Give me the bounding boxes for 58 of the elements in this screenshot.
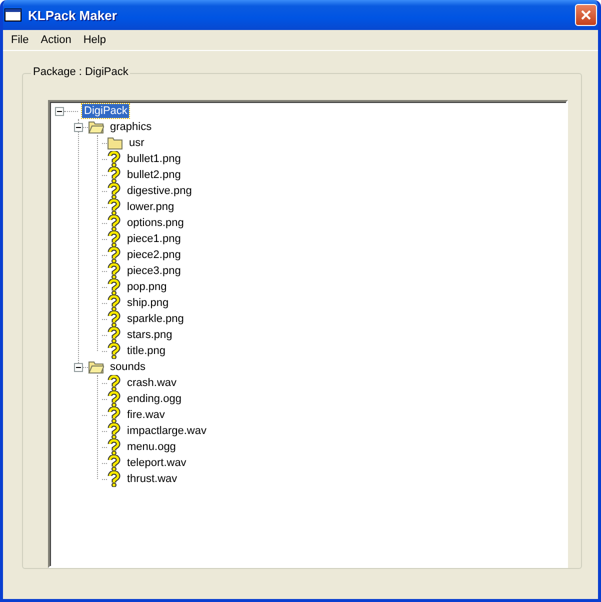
- tree-item[interactable]: DigiPack: [82, 104, 130, 118]
- question-mark-icon: [107, 439, 121, 455]
- window-icon: [4, 8, 22, 22]
- expand-toggle[interactable]: [74, 362, 83, 372]
- group-label: Package : DigiPack: [31, 66, 130, 78]
- question-mark-icon: [107, 423, 121, 439]
- menu-item[interactable]: Help: [77, 34, 112, 46]
- question-mark-icon: [107, 471, 121, 487]
- tree-item[interactable]: usr: [127, 136, 146, 150]
- question-mark-icon: [107, 375, 121, 391]
- question-mark-icon: [107, 215, 121, 231]
- tree-item[interactable]: pop.png: [125, 280, 169, 294]
- menu-item[interactable]: File: [5, 34, 35, 46]
- question-mark-icon: [107, 343, 121, 359]
- tree-item[interactable]: lower.png: [125, 200, 176, 214]
- question-mark-icon: [107, 199, 121, 215]
- tree-item[interactable]: bullet1.png: [125, 152, 183, 166]
- tree-item[interactable]: crash.wav: [125, 376, 179, 390]
- window-title: KLPack Maker: [28, 8, 118, 22]
- tree-item[interactable]: digestive.png: [125, 184, 194, 198]
- question-mark-icon: [107, 311, 121, 327]
- tree-item[interactable]: sounds: [108, 360, 148, 374]
- tree-item[interactable]: graphics: [108, 120, 154, 134]
- tree-item[interactable]: sparkle.png: [125, 312, 186, 326]
- question-mark-icon: [107, 391, 121, 407]
- question-mark-icon: [107, 295, 121, 311]
- question-mark-icon: [107, 247, 121, 263]
- question-mark-icon: [107, 263, 121, 279]
- tree-item[interactable]: title.png: [125, 344, 168, 358]
- tree-item[interactable]: piece2.png: [125, 248, 183, 262]
- tree-item[interactable]: teleport.wav: [125, 456, 188, 470]
- folder-icon: [88, 120, 104, 134]
- tree-item[interactable]: piece1.png: [125, 232, 183, 246]
- expand-toggle[interactable]: [74, 122, 83, 132]
- folder-icon: [88, 360, 104, 374]
- tree-item[interactable]: options.png: [125, 216, 186, 230]
- question-mark-icon: [107, 327, 121, 343]
- tree-item[interactable]: menu.ogg: [125, 440, 178, 454]
- tree-item[interactable]: piece3.png: [125, 264, 183, 278]
- question-mark-icon: [107, 407, 121, 423]
- tree-item[interactable]: fire.wav: [125, 408, 167, 422]
- tree-item[interactable]: bullet2.png: [125, 168, 183, 182]
- question-mark-icon: [107, 231, 121, 247]
- question-mark-icon: [107, 183, 121, 199]
- tree-item[interactable]: ship.png: [125, 296, 171, 310]
- tree-item[interactable]: thrust.wav: [125, 472, 180, 486]
- question-mark-icon: [107, 279, 121, 295]
- question-mark-icon: [107, 151, 121, 167]
- tree-item[interactable]: impactlarge.wav: [125, 424, 208, 438]
- menu-item[interactable]: Action: [34, 34, 78, 46]
- tree-item[interactable]: stars.png: [125, 328, 174, 342]
- close-icon: [580, 9, 592, 21]
- expand-toggle[interactable]: [55, 106, 64, 116]
- close-button[interactable]: [575, 4, 597, 26]
- question-mark-icon: [107, 455, 121, 471]
- question-mark-icon: [107, 167, 121, 183]
- tree-item[interactable]: ending.ogg: [125, 392, 184, 406]
- folder-icon: [107, 136, 123, 150]
